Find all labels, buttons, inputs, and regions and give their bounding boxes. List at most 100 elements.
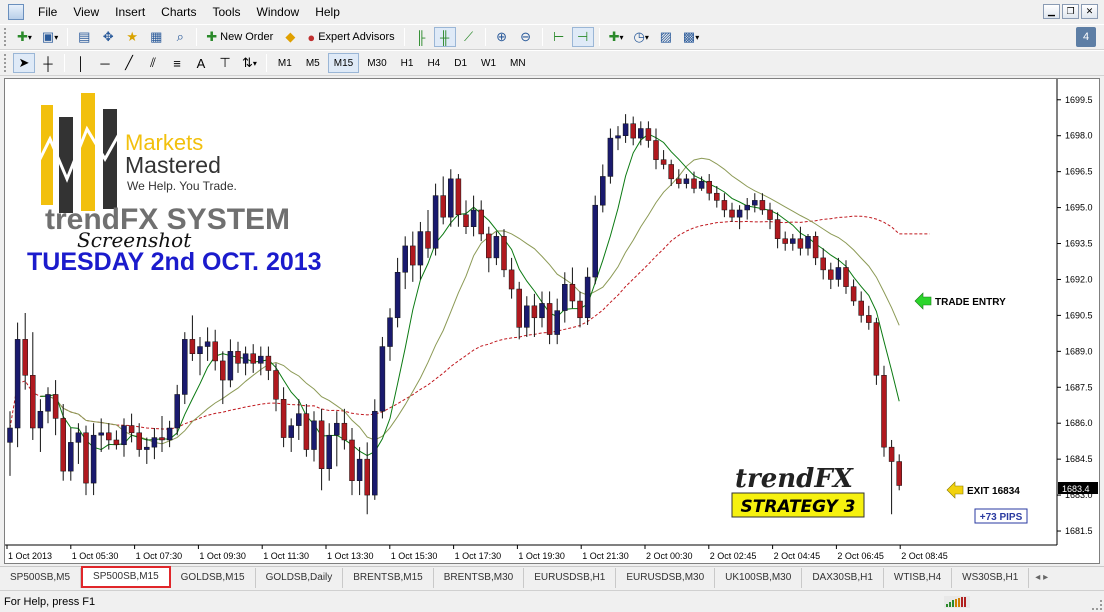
menu-view[interactable]: View xyxy=(65,5,107,19)
cursor-button[interactable]: ➤ xyxy=(13,53,35,73)
timeframe-h1-button[interactable]: H1 xyxy=(395,53,420,73)
clock-icon: ◷ xyxy=(633,29,645,44)
connection-status-icon[interactable] xyxy=(944,596,970,608)
bear-candle xyxy=(759,200,766,211)
properties-button[interactable]: ▩ ▾ xyxy=(679,27,703,47)
timeframe-m5-button[interactable]: M5 xyxy=(300,53,326,73)
help-badge[interactable]: 4 xyxy=(1076,27,1096,47)
tab-scroll-icon[interactable]: ◂ ▸ xyxy=(1035,572,1048,583)
bull-candle xyxy=(790,238,796,244)
periods-button[interactable]: ◷ ▾ xyxy=(630,27,653,47)
bull-candle xyxy=(752,200,758,206)
timeframe-m30-button[interactable]: M30 xyxy=(361,53,392,73)
bear-candle xyxy=(858,300,864,316)
resize-grip-icon[interactable] xyxy=(1092,600,1102,610)
new-chart-button[interactable]: ✚ ▾ xyxy=(13,27,36,47)
bear-candle xyxy=(706,180,712,194)
data-window-button[interactable]: ✥ xyxy=(97,27,119,47)
tab-sp500sb-m15[interactable]: SP500SB,M15 xyxy=(81,565,171,588)
text-button[interactable]: A xyxy=(190,53,212,73)
bull-candle xyxy=(356,458,363,481)
text-label-button[interactable]: ⊤ xyxy=(214,53,236,73)
tab-eurusdsb-h1[interactable]: EURUSDSB,H1 xyxy=(524,567,617,588)
chart-shift-button[interactable]: ⊢ xyxy=(548,27,570,47)
tab-brentsb-m30[interactable]: BRENTSB,M30 xyxy=(434,567,525,588)
templates-button[interactable]: ▨ xyxy=(655,27,677,47)
tab-ws30sb-h1[interactable]: WS30SB,H1 xyxy=(952,567,1030,588)
bull-candle xyxy=(37,410,44,429)
bull-candle xyxy=(493,236,500,259)
tab-wtisb-h4[interactable]: WTISB,H4 xyxy=(884,567,953,588)
bear-candle xyxy=(873,322,880,376)
timeframe-d1-button[interactable]: D1 xyxy=(448,53,473,73)
terminal-button[interactable]: ▦ xyxy=(145,27,167,47)
new-order-button[interactable]: ✚ New Order xyxy=(202,27,277,47)
bull-candle xyxy=(592,204,598,278)
zoom-in-button[interactable]: ⊕ xyxy=(491,27,513,47)
tester-button[interactable]: ⌕ xyxy=(169,27,191,47)
bull-candle xyxy=(14,339,21,429)
vertical-line-button[interactable]: │ xyxy=(70,53,92,73)
menu-window[interactable]: Window xyxy=(249,5,308,19)
arrows-button[interactable]: ⇅ ▾ xyxy=(238,53,261,73)
trade-entry-label: TRADE ENTRY xyxy=(935,297,1006,308)
tab-uk100sb-m30[interactable]: UK100SB,M30 xyxy=(715,567,803,588)
close-icon[interactable]: ✕ xyxy=(1081,4,1098,19)
bear-candle xyxy=(508,269,515,290)
timeframe-w1-button[interactable]: W1 xyxy=(475,53,502,73)
bear-candle xyxy=(501,236,507,271)
crosshair-button[interactable]: ┼ xyxy=(37,53,59,73)
timeframe-mn-button[interactable]: MN xyxy=(504,53,532,73)
metaeditor-button[interactable]: ◆ xyxy=(279,27,301,47)
magnifier-doc-icon: ⌕ xyxy=(176,29,184,44)
fibonacci-button[interactable]: ≡ xyxy=(166,53,188,73)
time-tick-label: 1 Oct 21:30 xyxy=(582,551,629,561)
bear-candle xyxy=(341,422,348,441)
chart-window[interactable]: 1699.5 1698.0 1696.5 1695.0 1693.5 1692.0 1690… xyxy=(4,78,1100,564)
line-chart-icon: ⟋ xyxy=(464,29,474,44)
text-label-icon: ⊤ xyxy=(219,55,231,70)
tab-brentsb-m15[interactable]: BRENTSB,M15 xyxy=(343,567,434,588)
indicators-icon: ✚ xyxy=(608,29,620,44)
menu-charts[interactable]: Charts xyxy=(153,5,204,19)
price-chart[interactable]: 1699.5 1698.0 1696.5 1695.0 1693.5 1692.0 1690… xyxy=(5,79,1099,563)
horizontal-line-button[interactable]: ─ xyxy=(94,53,116,73)
navigator-button[interactable]: ★ xyxy=(121,27,143,47)
tab-goldsb-m15[interactable]: GOLDSB,M15 xyxy=(171,567,256,588)
menu-tools[interactable]: Tools xyxy=(205,5,249,19)
bear-candle xyxy=(630,123,636,139)
exit-label: EXIT 16834 xyxy=(967,486,1020,497)
bull-candle xyxy=(7,427,13,443)
timeframe-m1-button[interactable]: M1 xyxy=(272,53,298,73)
bull-candle xyxy=(45,394,51,412)
expert-advisors-button[interactable]: ● Expert Advisors xyxy=(303,27,398,47)
tab-eurusdsb-m30[interactable]: EURUSDSB,M30 xyxy=(616,567,716,588)
tab-dax30sb-h1[interactable]: DAX30SB,H1 xyxy=(802,567,884,588)
zoom-out-button[interactable]: ⊖ xyxy=(515,27,537,47)
bull-candle xyxy=(622,123,629,136)
menu-help[interactable]: Help xyxy=(307,5,348,19)
tab-sp500sb-m5[interactable]: SP500SB,M5 xyxy=(0,567,82,588)
tab-goldsb-daily[interactable]: GOLDSB,Daily xyxy=(256,567,344,588)
candlestick-button[interactable]: ╫ xyxy=(433,27,456,47)
bar-chart-button[interactable]: ╟ xyxy=(410,27,432,47)
autoscroll-button[interactable]: ⊣ xyxy=(571,27,594,47)
equidistant-channel-button[interactable]: ⫽ xyxy=(142,53,164,73)
fibonacci-icon: ≡ xyxy=(173,55,181,71)
menu-insert[interactable]: Insert xyxy=(107,5,153,19)
menu-file[interactable]: File xyxy=(30,5,65,19)
trendline-button[interactable]: ╱ xyxy=(118,53,140,73)
profiles-button[interactable]: ▣ ▾ xyxy=(38,27,62,47)
bear-candle xyxy=(774,219,781,239)
price-tick-label: 1695.0 xyxy=(1065,203,1093,213)
minimize-icon[interactable]: ▁ xyxy=(1043,4,1060,19)
indicators-button[interactable]: ✚ ▾ xyxy=(605,27,628,47)
candlestick-icon: ╫ xyxy=(440,29,450,45)
timeframe-m15-button[interactable]: M15 xyxy=(327,53,360,73)
restore-icon[interactable]: ❐ xyxy=(1062,4,1079,19)
timeframe-h4-button[interactable]: H4 xyxy=(421,53,446,73)
market-watch-button[interactable]: ▤ xyxy=(73,27,95,47)
line-chart-button[interactable]: ⟋ xyxy=(458,27,480,47)
time-tick-label: 1 Oct 2013 xyxy=(8,551,52,561)
bear-candle xyxy=(136,432,142,450)
